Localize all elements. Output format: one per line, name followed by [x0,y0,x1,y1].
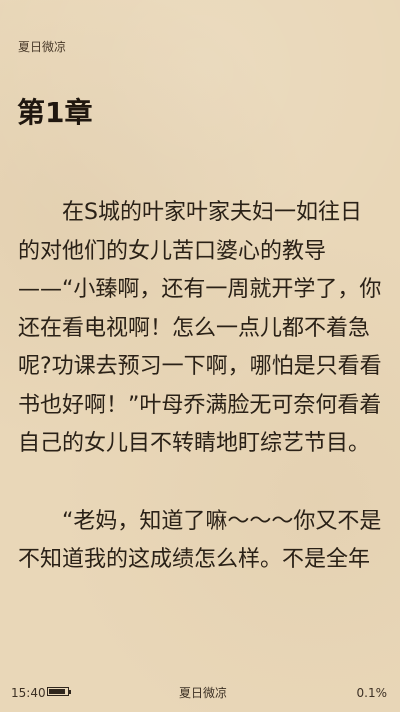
reader-footer: 15:40 夏日微凉 0.1% [0,681,400,705]
chapter-paragraph: 在S城的叶家叶家夫妇一如往日的对他们的女儿苦口婆心的教导——“小臻啊，还有一周就… [18,200,382,456]
footer-book-title: 夏日微凉 [179,686,228,700]
reading-content[interactable]: 在S城的叶家叶家夫妇一如往日的对他们的女儿苦口婆心的教导——“小臻啊，还有一周就… [18,194,382,580]
top-book-title: 夏日微凉 [18,40,67,54]
reading-progress: 0.1% [356,686,388,700]
battery-fill [49,689,66,694]
time-display: 15:40 [11,686,46,700]
chapter-title: 第1章 [17,96,93,129]
battery-icon [47,687,71,696]
chapter-paragraph: “老妈，知道了嘛～～～你又不是不知道我的这成绩怎么样。不是全年 [18,508,382,573]
